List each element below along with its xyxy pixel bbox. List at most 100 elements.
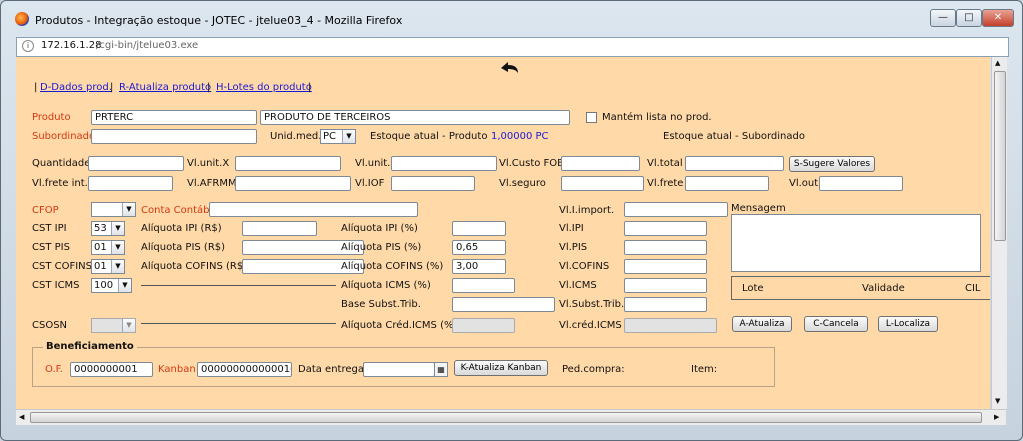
base-subst-trib-input[interactable]: [452, 297, 555, 312]
chevron-down-icon: ▼: [111, 260, 124, 273]
aliquota-cred-icms-input[interactable]: [452, 318, 515, 333]
vertical-scrollbar[interactable]: ▲ ▼: [991, 57, 1007, 409]
quantidade-input[interactable]: [88, 156, 184, 171]
maximize-button[interactable]: □: [956, 9, 982, 27]
aliquota-ipi-rs-input[interactable]: [242, 221, 317, 236]
estoque-produto-label: Estoque atual - Produto: [370, 131, 488, 142]
window-title: Produtos - Integração estoque - JOTEC - …: [35, 14, 403, 27]
vl-custo-fob-input[interactable]: [561, 156, 640, 171]
vl-unit-input[interactable]: [391, 156, 497, 171]
sugere-valores-button[interactable]: S-Sugere Valores: [789, 156, 875, 172]
vl-iof-input[interactable]: [391, 176, 475, 191]
vl-unit-x-input[interactable]: [235, 156, 341, 171]
cst-cofins-value: 01: [94, 261, 107, 272]
vl-afrmm-input[interactable]: [235, 176, 351, 191]
vl-seguro-input[interactable]: [561, 176, 644, 191]
vl-pis-label: Vl.PIS: [559, 242, 588, 253]
data-entrega-input[interactable]: [363, 362, 435, 377]
atualiza-produto-link[interactable]: R-Atualiza produto: [119, 82, 211, 93]
url-bar[interactable]: i 172.16.1.28 /cgi-bin/jtelue03.exe: [16, 37, 1009, 57]
cst-cofins-label: CST COFINS: [32, 261, 92, 272]
chevron-down-icon: ▼: [118, 279, 131, 292]
vl-out-label: Vl.out: [789, 178, 819, 189]
vl-frete-input[interactable]: [685, 176, 769, 191]
mensagem-textarea[interactable]: [731, 214, 981, 272]
cst-ipi-select[interactable]: 53 ▼: [91, 221, 125, 236]
lotes-produto-link[interactable]: H-Lotes do produto: [216, 82, 312, 93]
vl-frete-label: Vl.frete: [647, 178, 684, 189]
chevron-down-icon: ▼: [111, 241, 124, 254]
of-input[interactable]: 0000000001: [70, 362, 153, 377]
unid-med-select[interactable]: PC ▼: [320, 129, 356, 144]
aliquota-ipi-rs-label: Alíquota IPI (R$): [141, 223, 222, 234]
vl-iof-label: Vl.IOF: [355, 178, 385, 189]
scroll-down-icon[interactable]: ▼: [995, 397, 1000, 405]
item-label: Item:: [691, 364, 718, 375]
cfop-select[interactable]: ▼: [91, 202, 136, 217]
vl-ipi-label: Vl.IPI: [559, 223, 584, 234]
dados-produto-link[interactable]: D-Dados prod.: [40, 82, 112, 93]
calendar-icon[interactable]: ▦: [434, 362, 448, 377]
menu-separator: |: [110, 82, 114, 93]
lote-column-header: Lote: [742, 283, 764, 294]
firefox-icon: [15, 12, 29, 26]
kanban-input[interactable]: 000000000000010: [197, 362, 292, 377]
of-label: O.F.: [45, 364, 63, 375]
scroll-right-icon[interactable]: ▶: [994, 413, 999, 421]
aliquota-ipi-pct-input[interactable]: [452, 221, 506, 236]
vl-subst-trib-input[interactable]: [624, 297, 707, 312]
vl-out-input[interactable]: [819, 176, 903, 191]
minimize-button[interactable]: —: [930, 9, 956, 27]
conta-contabil-input[interactable]: [209, 202, 418, 217]
horizontal-scroll-thumb[interactable]: [30, 412, 982, 423]
mensagem-label: Mensagem: [731, 203, 786, 214]
vl-custo-fob-label: Vl.Custo FOB: [499, 158, 565, 169]
cst-pis-select[interactable]: 01 ▼: [91, 240, 125, 255]
vl-cred-icms-input[interactable]: [624, 318, 717, 333]
scroll-up-icon[interactable]: ▲: [995, 59, 1000, 67]
vl-icms-input[interactable]: [624, 278, 707, 293]
vl-frete-int-input[interactable]: [88, 176, 173, 191]
back-arrow-icon[interactable]: [498, 59, 520, 77]
vl-i-import-label: Vl.I.import.: [559, 205, 615, 216]
csosn-select[interactable]: ▼: [91, 318, 136, 333]
vl-ipi-input[interactable]: [624, 221, 707, 236]
localiza-button[interactable]: L-Localiza: [878, 316, 938, 332]
cst-ipi-value: 53: [94, 223, 107, 234]
vertical-scroll-thumb[interactable]: [994, 71, 1006, 241]
cst-icms-select[interactable]: 100 ▼: [91, 278, 132, 293]
unid-med-value: PC: [323, 131, 337, 142]
atualiza-button[interactable]: A-Atualiza: [732, 316, 792, 332]
produto-code-input[interactable]: PRTERC: [91, 110, 257, 125]
subordinado-input[interactable]: [91, 129, 257, 144]
url-path: /cgi-bin/jtelue03.exe: [96, 40, 199, 51]
aliquota-pis-rs-label: Alíquota PIS (R$): [141, 242, 226, 253]
scroll-left-icon[interactable]: ◀: [19, 413, 24, 421]
aliquota-pis-pct-input[interactable]: 0,65: [452, 240, 506, 255]
close-button[interactable]: ✕: [982, 9, 1014, 27]
mantem-lista-label: Mantém lista no prod.: [602, 112, 712, 123]
mantem-lista-checkbox[interactable]: [586, 112, 597, 123]
vl-i-import-input[interactable]: [624, 202, 728, 217]
atualiza-kanban-button[interactable]: K-Atualiza Kanban: [454, 360, 548, 376]
vl-pis-input[interactable]: [624, 240, 707, 255]
aliquota-cofins-rs-label: Alíquota COFINS (R$): [141, 261, 248, 272]
conta-contabil-label: Conta Contábil: [141, 205, 216, 216]
vl-unit-x-label: Vl.unit.X: [187, 158, 230, 169]
cst-cofins-select[interactable]: 01 ▼: [91, 259, 125, 274]
cil-column-header: CIL: [965, 283, 981, 294]
info-icon[interactable]: i: [22, 40, 34, 52]
divider-line: [141, 285, 336, 286]
vl-total-input[interactable]: [685, 156, 784, 171]
cfop-label: CFOP: [32, 205, 59, 216]
aliquota-cred-icms-label: Alíquota Créd.ICMS (%): [341, 320, 458, 331]
aliquota-cofins-pct-input[interactable]: 3,00: [452, 259, 506, 274]
vl-cred-icms-label: Vl.créd.ICMS: [559, 320, 622, 331]
horizontal-scrollbar[interactable]: ◀ ▶: [16, 409, 1006, 425]
vl-cofins-input[interactable]: [624, 259, 707, 274]
produto-description-input[interactable]: PRODUTO DE TERCEIROS: [260, 110, 570, 125]
chevron-down-icon: ▼: [342, 130, 355, 143]
cancela-button[interactable]: C-Cancela: [804, 316, 868, 332]
cst-icms-value: 100: [94, 280, 114, 291]
aliquota-icms-pct-input[interactable]: [452, 278, 515, 293]
